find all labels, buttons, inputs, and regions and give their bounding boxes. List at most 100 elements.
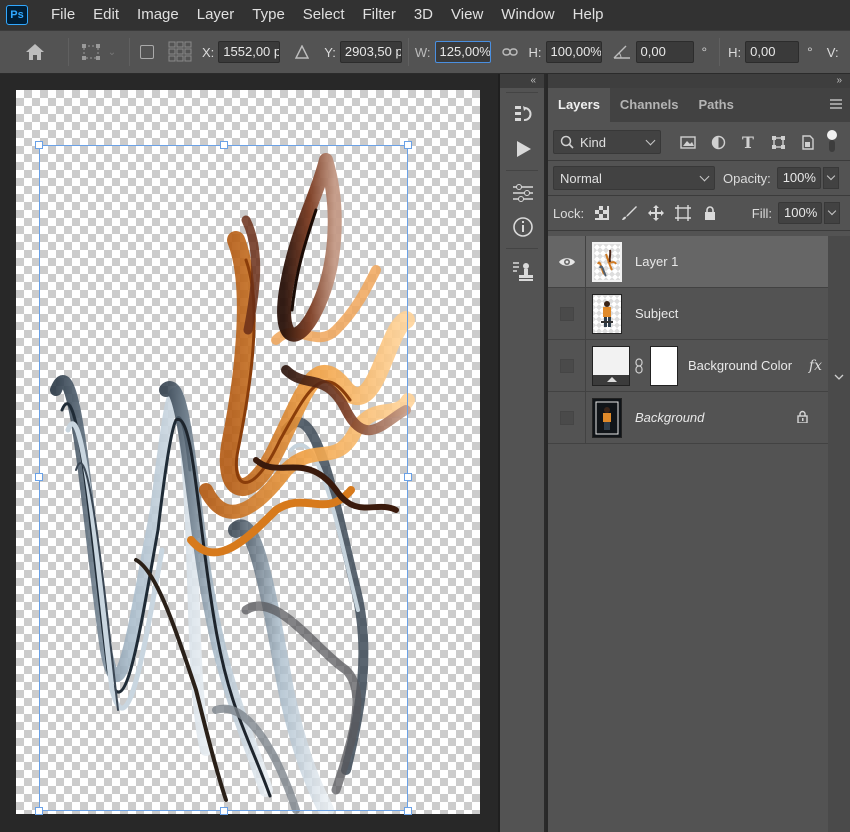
- info-icon[interactable]: [500, 210, 546, 244]
- lock-position-icon[interactable]: [642, 201, 669, 225]
- filter-kind-dropdown[interactable]: Kind: [553, 130, 661, 154]
- transform-handle[interactable]: [220, 141, 228, 149]
- menu-view[interactable]: View: [442, 0, 492, 30]
- reference-grid-icon[interactable]: [166, 41, 194, 63]
- menu-image[interactable]: Image: [128, 0, 188, 30]
- menu-filter[interactable]: Filter: [354, 0, 405, 30]
- chevron-down-icon: [699, 171, 710, 182]
- height-input[interactable]: 100,00%: [545, 41, 602, 63]
- pixel-filter-icon[interactable]: [673, 130, 703, 154]
- y-position-input[interactable]: 2903,50 p: [339, 41, 402, 63]
- layer-thumbnail: [592, 241, 622, 282]
- transform-handle[interactable]: [220, 807, 228, 815]
- lock-transparent-pixels-icon[interactable]: [588, 201, 615, 225]
- reference-point-icon[interactable]: [79, 43, 105, 61]
- opacity-input[interactable]: 100%: [776, 167, 821, 189]
- layers-list: Layer 1 Subject Background Color fx Back…: [548, 235, 850, 444]
- visibility-toggle[interactable]: [548, 235, 586, 288]
- layer-row-subject[interactable]: Subject: [548, 287, 828, 340]
- reference-point-checkbox[interactable]: [140, 45, 154, 59]
- history-icon[interactable]: [500, 98, 546, 132]
- menu-help[interactable]: Help: [564, 0, 613, 30]
- x-label: X:: [202, 44, 215, 60]
- layer-name: Background Color: [688, 358, 793, 373]
- layer-row-background[interactable]: Background: [548, 391, 828, 444]
- blend-mode-dropdown[interactable]: Normal: [553, 166, 715, 190]
- document-canvas[interactable]: [16, 90, 480, 815]
- menu-3d[interactable]: 3D: [405, 0, 442, 30]
- blend-row: Normal Opacity: 100%: [548, 161, 850, 195]
- width-input[interactable]: 125,00%: [434, 41, 491, 63]
- play-actions-icon[interactable]: [500, 132, 546, 166]
- visibility-toggle[interactable]: [548, 287, 586, 340]
- opacity-slider-toggle[interactable]: [822, 167, 839, 189]
- type-filter-icon[interactable]: T: [733, 130, 763, 154]
- menu-select[interactable]: Select: [294, 0, 354, 30]
- visibility-toggle[interactable]: [548, 391, 586, 444]
- panel-menu-icon[interactable]: [830, 98, 842, 112]
- options-bar: ⌄ X: 1552,00 p Y: 2903,50 p W: 125,00% H…: [0, 30, 850, 74]
- menu-edit[interactable]: Edit: [84, 0, 128, 30]
- transform-handle[interactable]: [404, 807, 412, 815]
- menu-layer[interactable]: Layer: [188, 0, 244, 30]
- transform-handle[interactable]: [35, 141, 43, 149]
- tab-layers[interactable]: Layers: [548, 88, 610, 122]
- layer-effects-icon[interactable]: fx: [809, 358, 822, 374]
- opacity-label: Opacity:: [723, 170, 771, 186]
- fill-input[interactable]: 100%: [778, 202, 822, 224]
- lock-image-pixels-icon[interactable]: [615, 201, 642, 225]
- transform-handle[interactable]: [35, 807, 43, 815]
- mask-link-icon[interactable]: [632, 357, 646, 374]
- tab-channels[interactable]: Channels: [610, 88, 689, 122]
- clone-source-icon[interactable]: [500, 254, 546, 288]
- photoshop-logo[interactable]: Ps: [6, 5, 28, 25]
- layer-mask-thumbnail[interactable]: [650, 345, 678, 386]
- transform-handle[interactable]: [404, 141, 412, 149]
- layers-scrollbar[interactable]: [828, 236, 850, 832]
- transform-handle[interactable]: [404, 473, 412, 481]
- angle-icon[interactable]: [608, 45, 636, 59]
- menu-file[interactable]: File: [42, 0, 84, 30]
- menu-window[interactable]: Window: [492, 0, 563, 30]
- h-skew-input[interactable]: 0,00: [745, 41, 800, 63]
- divider: [548, 230, 850, 231]
- transform-handle[interactable]: [35, 473, 43, 481]
- home-icon[interactable]: [12, 43, 58, 61]
- shape-filter-icon[interactable]: [763, 130, 793, 154]
- panel-icon-column: «: [500, 74, 546, 832]
- y-label: Y:: [324, 44, 336, 60]
- panel-tabs: Layers Channels Paths: [548, 88, 850, 122]
- tab-paths[interactable]: Paths: [688, 88, 743, 122]
- link-icon[interactable]: [495, 47, 525, 57]
- relative-position-icon[interactable]: [288, 45, 316, 59]
- adjustment-filter-icon[interactable]: [703, 130, 733, 154]
- menu-bar: Ps File Edit Image Layer Type Select Fil…: [0, 0, 850, 30]
- collapse-icon[interactable]: »: [548, 74, 850, 88]
- layer-row-background-color[interactable]: Background Color fx: [548, 339, 828, 392]
- smart-object-filter-icon[interactable]: [793, 130, 823, 154]
- transform-bounding-box[interactable]: [35, 141, 412, 815]
- chevron-down-icon[interactable]: ⌄: [105, 47, 119, 58]
- x-position-input[interactable]: 1552,00 p: [218, 41, 281, 63]
- filter-kind-label: Kind: [580, 134, 607, 150]
- layer-row-layer-1[interactable]: Layer 1: [548, 235, 828, 288]
- layer-lock-icon[interactable]: [797, 410, 808, 426]
- collapse-icon[interactable]: «: [500, 74, 544, 88]
- angle-input[interactable]: 0,00: [635, 41, 694, 63]
- lock-label: Lock:: [553, 205, 585, 221]
- options-divider: [407, 38, 409, 66]
- visibility-toggle[interactable]: [548, 339, 586, 392]
- lock-row: Lock: Fill: 100%: [548, 196, 850, 230]
- lock-artboard-icon[interactable]: [669, 201, 696, 225]
- canvas-workspace[interactable]: [0, 74, 498, 832]
- lock-all-icon[interactable]: [696, 201, 723, 225]
- filter-toggle-switch[interactable]: [827, 130, 837, 154]
- fill-label: Fill:: [751, 205, 772, 221]
- adjustments-icon[interactable]: [500, 176, 546, 210]
- layer-thumbnail: [592, 397, 622, 438]
- fill-slider-toggle[interactable]: [824, 202, 840, 224]
- options-divider: [719, 38, 721, 66]
- chevron-down-icon[interactable]: [832, 366, 846, 388]
- menu-type[interactable]: Type: [243, 0, 294, 30]
- options-divider: [129, 38, 130, 66]
